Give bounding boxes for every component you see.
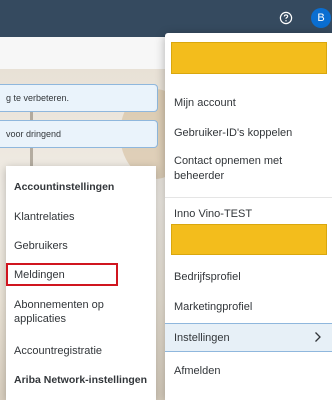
notification-banner-text: voor dringend	[6, 129, 62, 139]
redacted-company-info	[171, 224, 327, 255]
menu-item-company-profile[interactable]: Bedrijfsprofiel	[165, 270, 332, 285]
submenu-item-notifications[interactable]: Meldingen	[6, 263, 118, 286]
top-navigation-bar: B	[0, 0, 332, 37]
chevron-right-icon	[315, 332, 321, 342]
menu-item-label: Instellingen	[174, 332, 230, 344]
submenu-item-subscriptions[interactable]: Abonnementen op applicaties	[6, 298, 156, 326]
redacted-user-name	[171, 42, 327, 74]
user-avatar-button[interactable]: B	[311, 8, 331, 28]
submenu-item-account-registration[interactable]: Accountregistratie	[6, 344, 156, 358]
user-menu-dropdown: Mijn account Gebruiker-ID's koppelen Con…	[165, 33, 332, 400]
submenu-item-label: Meldingen	[14, 269, 65, 281]
submenu-header-account-settings: Accountinstellingen	[14, 181, 115, 193]
notification-banner-text: g te verbeteren.	[6, 93, 70, 103]
menu-item-marketing-profile[interactable]: Marketingprofiel	[165, 300, 332, 315]
notification-banner[interactable]: voor dringend	[0, 120, 158, 148]
menu-divider	[165, 197, 332, 198]
menu-item-company-name[interactable]: Inno Vino-TEST	[165, 207, 332, 222]
submenu-item-customer-relations[interactable]: Klantrelaties	[6, 210, 156, 224]
menu-item-sign-out[interactable]: Afmelden	[165, 364, 332, 379]
submenu-item-users[interactable]: Gebruikers	[6, 239, 156, 253]
help-circle-icon[interactable]	[279, 11, 293, 25]
menu-item-settings[interactable]: Instellingen	[165, 323, 332, 352]
menu-item-my-account[interactable]: Mijn account	[165, 96, 332, 111]
notification-banner[interactable]: g te verbeteren.	[0, 84, 158, 112]
submenu-header-ariba-network-settings: Ariba Network-instellingen	[14, 374, 148, 386]
menu-item-link-user-ids[interactable]: Gebruiker-ID's koppelen	[165, 126, 332, 141]
menu-item-contact-admin[interactable]: Contact opnemen met beheerder	[165, 154, 305, 184]
